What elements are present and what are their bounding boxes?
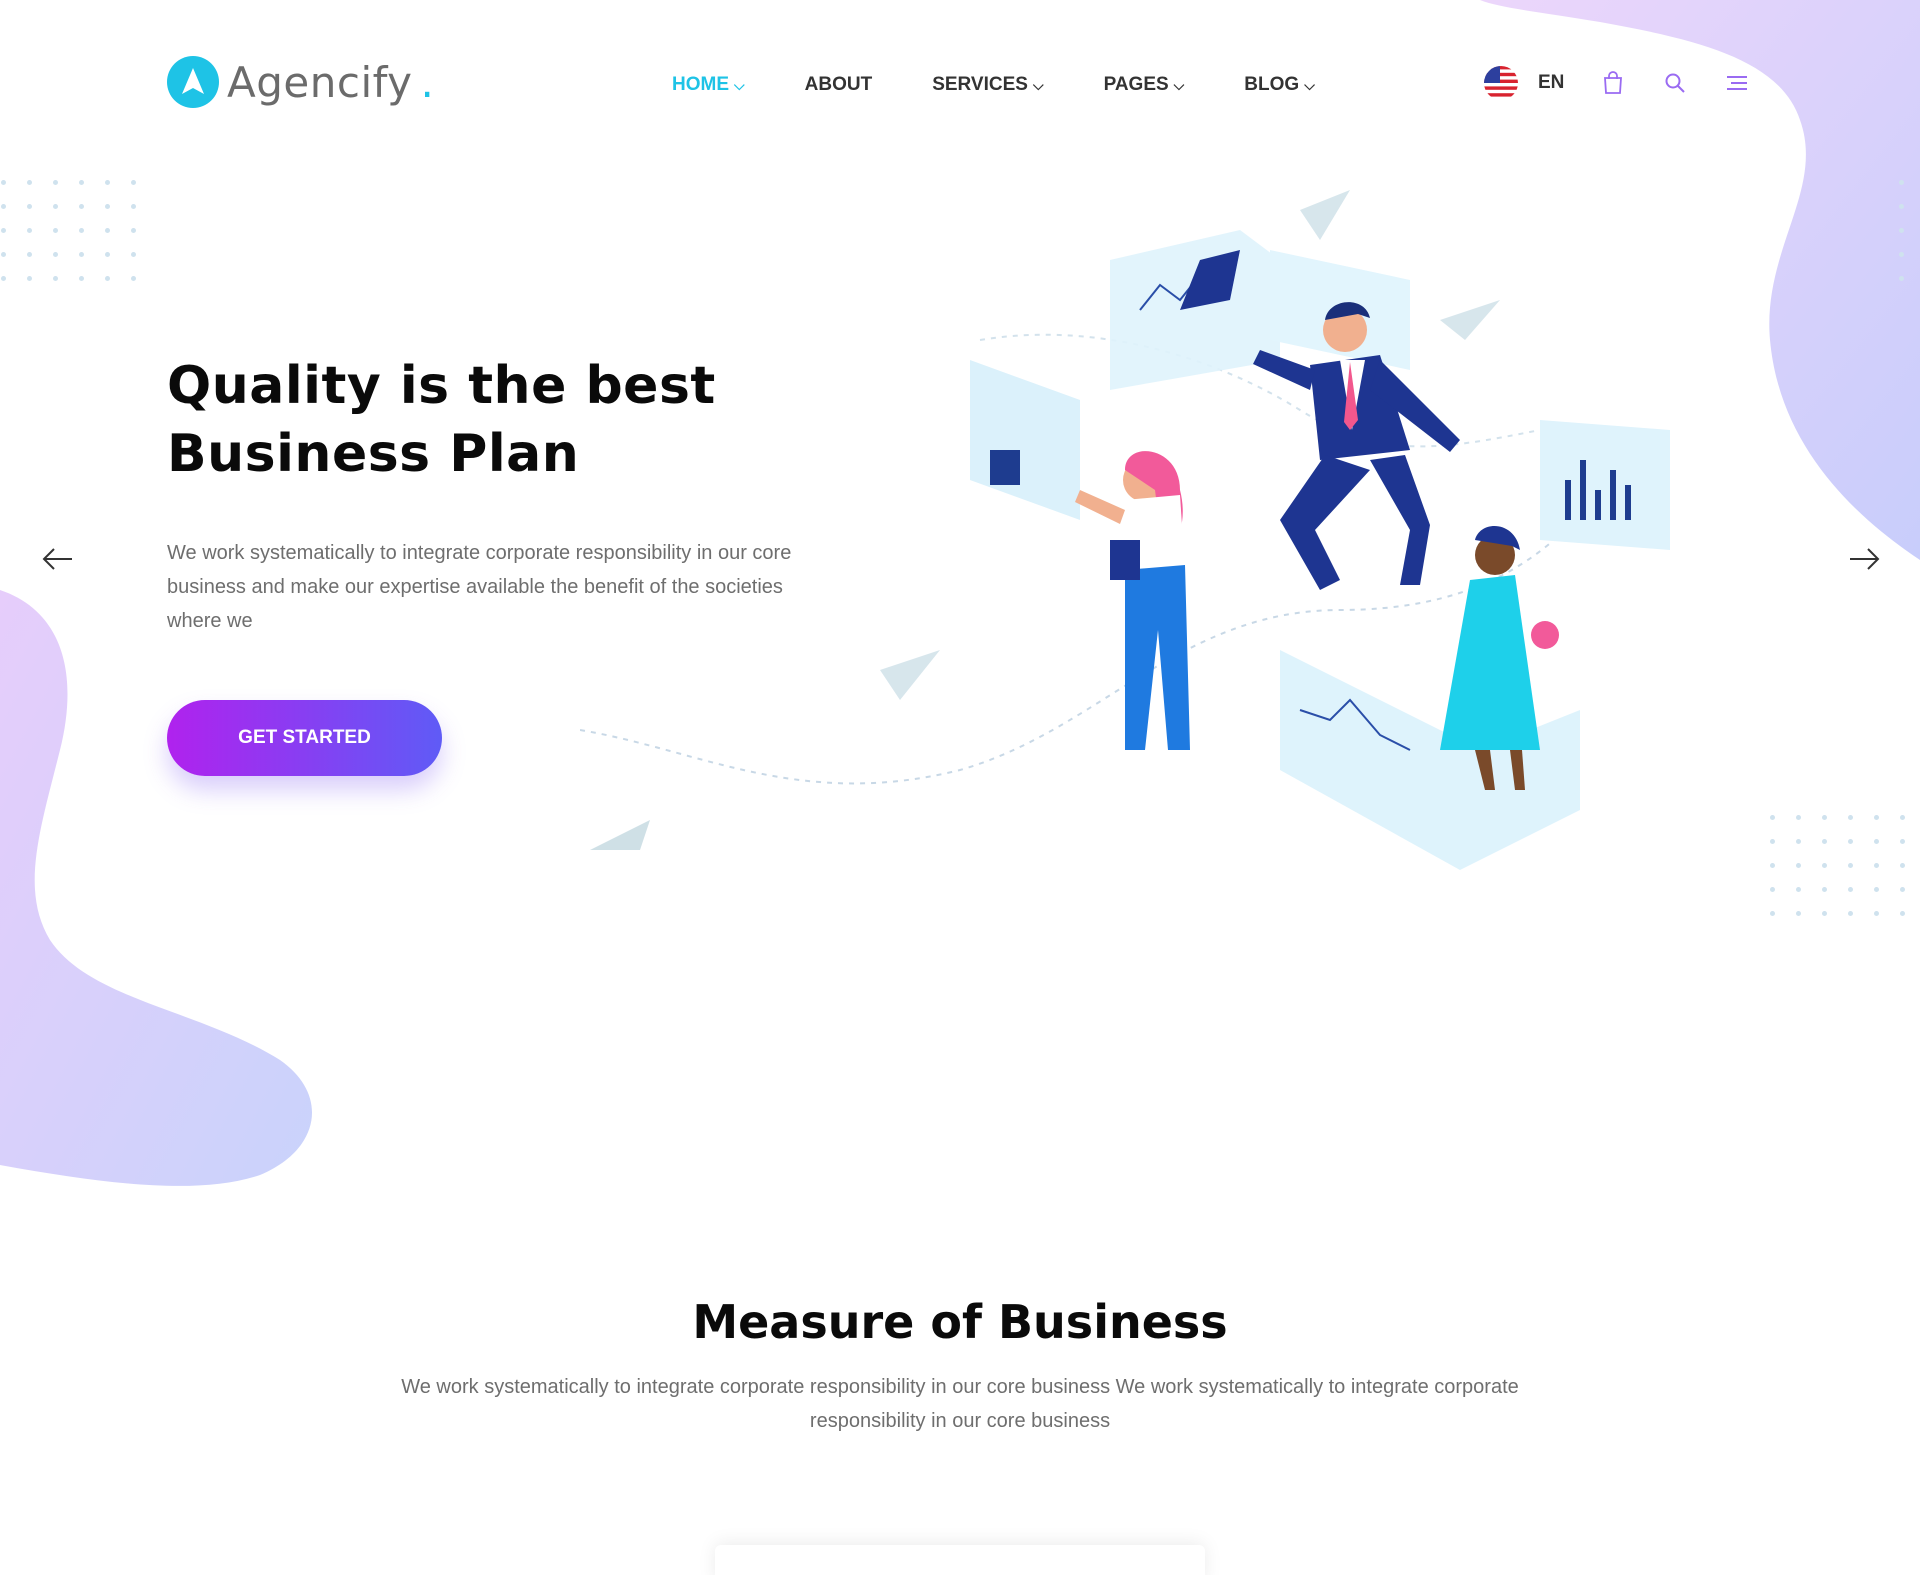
chevron-down-icon: ⌵	[1032, 77, 1044, 93]
chevron-down-icon: ⌵	[734, 77, 745, 93]
nav-label: BLOG	[1244, 74, 1300, 95]
brand-name: Agencify	[227, 57, 413, 107]
decorative-dot-grid	[1899, 180, 1905, 281]
arrow-right-icon[interactable]	[1848, 545, 1882, 573]
get-started-button[interactable]: GET STARTED	[167, 700, 442, 776]
nav-item-blog[interactable]: BLOG ⌵	[1244, 74, 1315, 96]
nav-item-services[interactable]: SERVICES ⌵	[932, 74, 1043, 96]
nav-label: PAGES	[1103, 74, 1169, 95]
language-selector[interactable]: EN	[1538, 72, 1564, 94]
nav-label: HOME	[672, 74, 729, 95]
decorative-dot-grid	[1, 180, 137, 281]
logo-mark-icon	[167, 56, 219, 108]
feature-card	[715, 1545, 1205, 1575]
nav-label: SERVICES	[932, 74, 1028, 95]
nav-item-pages[interactable]: PAGES ⌵	[1104, 74, 1185, 96]
nav-item-home[interactable]: HOME ⌵	[672, 74, 745, 96]
hero-illustration	[580, 190, 1670, 870]
nav-label: ABOUT	[804, 74, 873, 95]
decorative-blob-bottom-left	[0, 590, 313, 1186]
section-title: Measure of Business	[692, 1295, 1228, 1349]
us-flag-icon[interactable]	[1484, 66, 1518, 100]
brand-logo[interactable]: Agencify.	[167, 56, 434, 108]
shopping-bag-icon[interactable]	[1600, 70, 1626, 96]
site-header: Agencify. HOME ⌵ ABOUT SERVICES ⌵ PAGES …	[0, 0, 1920, 170]
header-actions: EN	[1484, 66, 1750, 100]
chevron-down-icon: ⌵	[1304, 77, 1315, 93]
nav-item-about[interactable]: ABOUT	[805, 74, 873, 96]
main-nav: HOME ⌵ ABOUT SERVICES ⌵ PAGES ⌵ BLOG ⌵	[672, 74, 1375, 96]
arrow-left-icon[interactable]	[40, 545, 74, 573]
section-description: We work systematically to integrate corp…	[401, 1376, 1519, 1432]
search-icon[interactable]	[1662, 70, 1688, 96]
menu-icon[interactable]	[1724, 70, 1750, 96]
decorative-dot-grid	[1770, 815, 1906, 916]
chevron-down-icon: ⌵	[1173, 77, 1185, 93]
brand-dot: .	[420, 57, 434, 107]
